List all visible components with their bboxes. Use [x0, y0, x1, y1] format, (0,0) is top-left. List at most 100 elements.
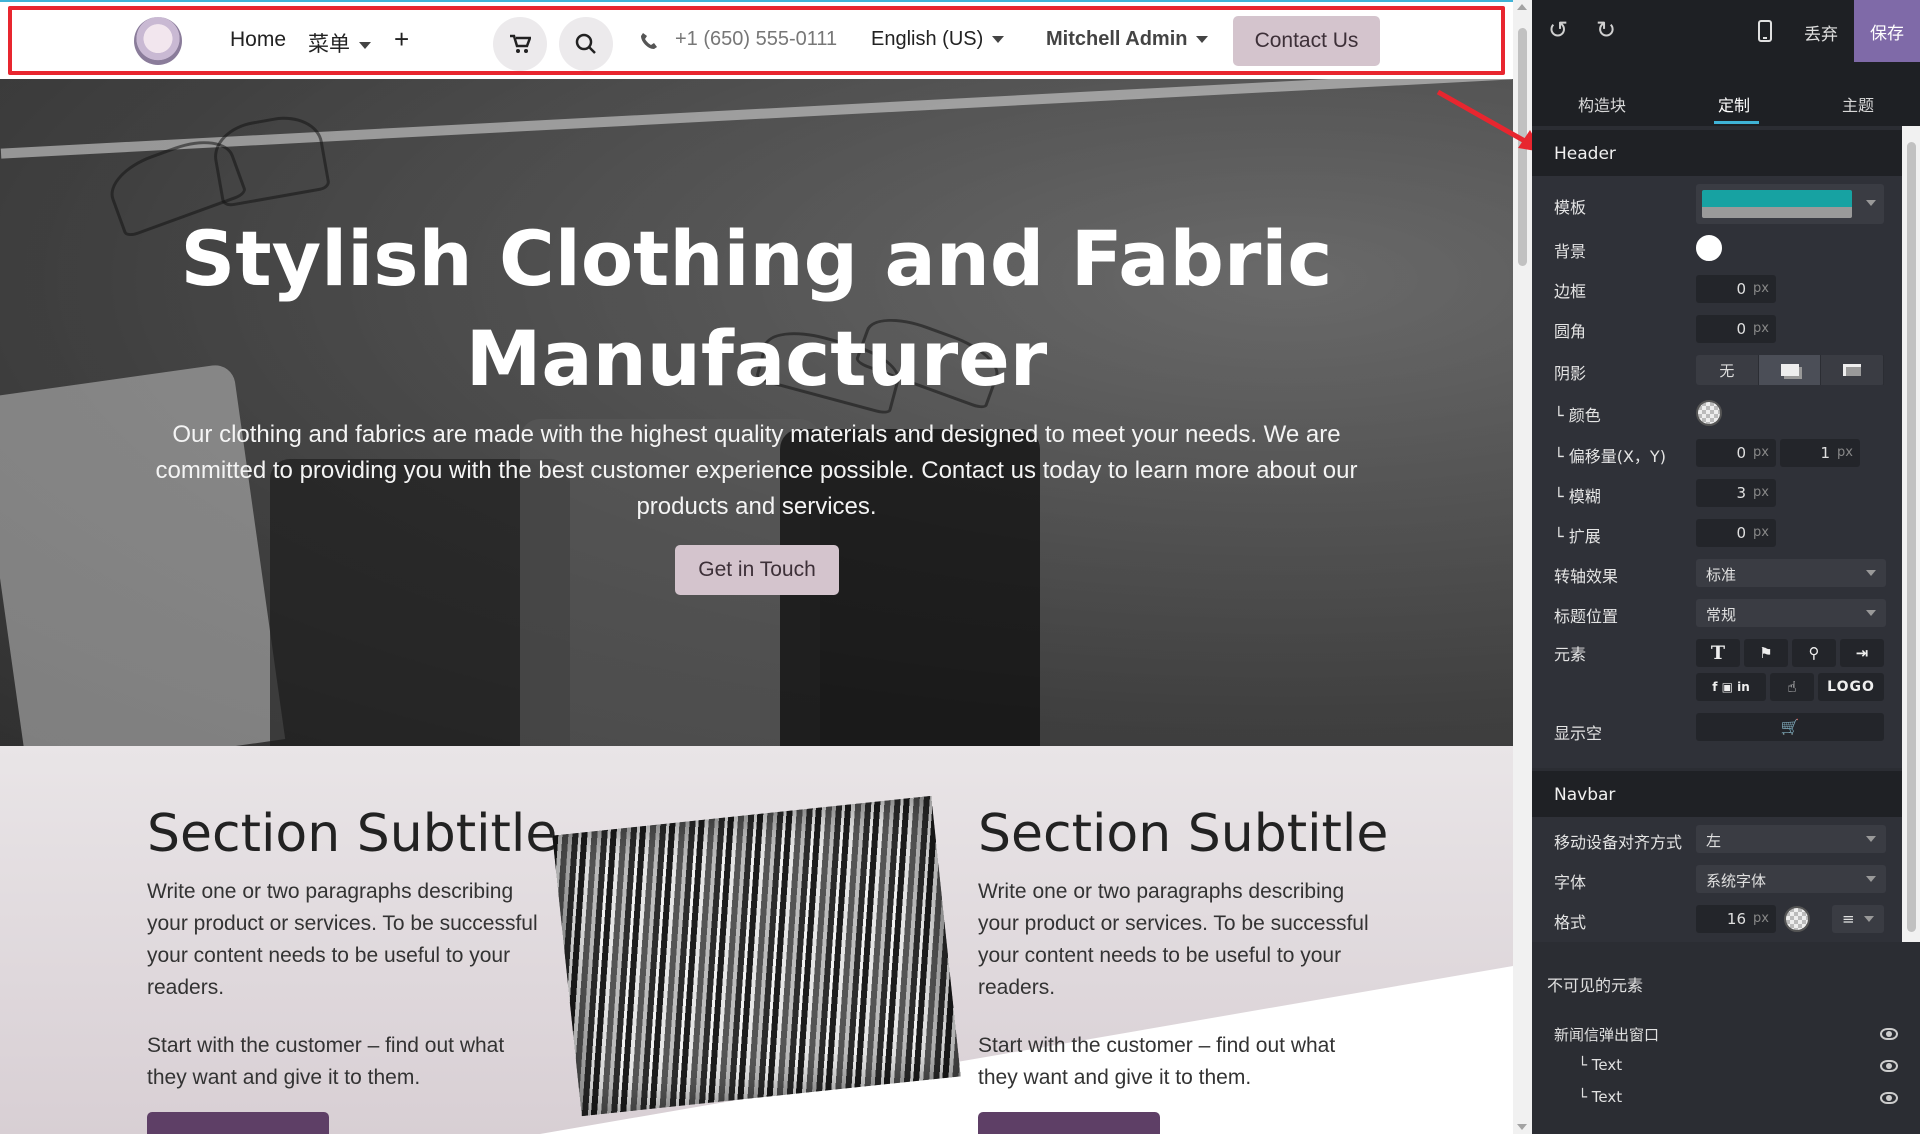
template-preview — [1702, 190, 1852, 218]
text-align-select[interactable]: ≡ — [1832, 905, 1884, 933]
text-element-toggle[interactable]: T — [1696, 639, 1740, 667]
right-section-paragraph[interactable]: Write one or two paragraphs describing y… — [978, 876, 1378, 1004]
font-label: 字体 — [1554, 873, 1587, 892]
blur-input[interactable]: 3 px — [1696, 479, 1776, 507]
radius-input[interactable]: 0 px — [1696, 315, 1776, 343]
right-section-button[interactable] — [978, 1112, 1160, 1134]
scroll-down-arrow-icon[interactable] — [1517, 1124, 1527, 1130]
chevron-down-icon — [1866, 610, 1876, 616]
right-section-title[interactable]: Section Subtitle — [978, 804, 1388, 864]
tab-blocks[interactable]: 构造块 — [1578, 92, 1626, 116]
language-dropdown[interactable]: English (US) — [871, 28, 1005, 51]
border-input[interactable]: 0 px — [1696, 275, 1776, 303]
shadow-spread-label: └ 扩展 — [1554, 527, 1601, 546]
search-icon — [575, 33, 596, 54]
scroll-up-arrow-icon[interactable] — [1517, 4, 1527, 10]
contact-us-button[interactable]: Contact Us — [1233, 16, 1380, 66]
shadow-inset-icon — [1843, 364, 1862, 376]
background-color-picker[interactable] — [1696, 235, 1722, 261]
preview-scrollbar[interactable] — [1513, 0, 1532, 1134]
right-section-paragraph[interactable]: Start with the customer – find out what … — [978, 1030, 1378, 1094]
social-element-toggle[interactable]: f ▣ in — [1696, 673, 1766, 701]
offset-x-input[interactable]: 0 px — [1696, 439, 1776, 467]
eye-slash-icon[interactable] — [1880, 1028, 1898, 1040]
shadow-color-picker[interactable] — [1696, 400, 1722, 426]
chevron-down-icon — [1196, 36, 1209, 44]
shadow-inset-option[interactable] — [1821, 355, 1885, 385]
template-label: 模板 — [1554, 198, 1587, 217]
font-select[interactable]: 系统字体 — [1696, 865, 1886, 893]
cart-button[interactable] — [493, 17, 547, 71]
shadow-none-option[interactable]: 无 — [1696, 355, 1759, 385]
user-name: Mitchell Admin — [1046, 28, 1188, 50]
eye-icon[interactable] — [1880, 1060, 1898, 1072]
site-logo[interactable] — [134, 17, 182, 65]
hero-text[interactable]: Our clothing and fabrics are made with t… — [130, 417, 1383, 525]
logo-element-toggle[interactable]: LOGO — [1818, 673, 1884, 701]
template-select[interactable] — [1696, 184, 1884, 224]
title-position-select[interactable]: 常规 — [1696, 599, 1886, 627]
fabric-image[interactable] — [552, 795, 961, 1117]
panel-scrollbar-thumb[interactable] — [1907, 142, 1916, 932]
tab-theme[interactable]: 主题 — [1842, 92, 1874, 116]
left-section-paragraph[interactable]: Start with the customer – find out what … — [147, 1030, 547, 1094]
text-icon: T — [1710, 642, 1726, 664]
content-section[interactable]: Section Subtitle Write one or two paragr… — [0, 746, 1513, 1134]
chevron-down-icon — [1866, 876, 1876, 882]
hanger-decoration — [208, 110, 332, 208]
site-header[interactable]: Home 菜单 + +1 (650) 555-0111 English (US)… — [0, 0, 1513, 79]
undo-icon[interactable]: ↺ — [1548, 16, 1568, 44]
tab-customize[interactable]: 定制 — [1718, 92, 1750, 116]
chevron-down-icon — [1864, 916, 1874, 922]
offset-y-input[interactable]: 1 px — [1780, 439, 1860, 467]
invisible-item-text[interactable]: └ Text — [1578, 1056, 1622, 1074]
save-button[interactable]: 保存 — [1854, 0, 1920, 62]
effect-select[interactable]: 标准 — [1696, 559, 1886, 587]
get-in-touch-button[interactable]: Get in Touch — [675, 545, 839, 595]
navbar-section-title[interactable]: Navbar — [1532, 771, 1902, 817]
left-section-title[interactable]: Section Subtitle — [147, 804, 557, 864]
editor-toolbar: ↺ ↻ 丢弃 保存 — [1532, 0, 1920, 62]
shadow-outset-option[interactable] — [1758, 355, 1822, 385]
invisible-item-text[interactable]: └ Text — [1578, 1088, 1622, 1106]
cta-element-toggle[interactable]: ☝ — [1770, 673, 1814, 701]
phone-link[interactable]: +1 (650) 555-0111 — [675, 28, 837, 51]
flag-element-toggle[interactable]: ⚑ — [1744, 639, 1788, 667]
spread-input[interactable]: 0 px — [1696, 519, 1776, 547]
mobile-preview-icon[interactable] — [1758, 20, 1772, 42]
font-size-input[interactable]: 16 px — [1696, 905, 1776, 933]
align-left-icon: ≡ — [1842, 910, 1855, 928]
redo-icon[interactable]: ↻ — [1596, 16, 1616, 44]
left-section-button[interactable] — [147, 1112, 329, 1134]
header-section-title[interactable]: Header — [1532, 130, 1902, 176]
search-element-toggle[interactable]: ⚲ — [1792, 639, 1836, 667]
search-button[interactable] — [559, 17, 613, 71]
add-menu-item-button[interactable]: + — [394, 24, 409, 55]
left-section-paragraph[interactable]: Write one or two paragraphs describing y… — [147, 876, 547, 1004]
hero-section[interactable]: Stylish Clothing and Fabric Manufacturer… — [0, 79, 1513, 746]
hero-title[interactable]: Stylish Clothing and Fabric Manufacturer — [100, 209, 1413, 409]
cursor-icon: ☝ — [1787, 678, 1797, 696]
font-color-picker[interactable] — [1784, 906, 1810, 932]
shadow-blur-label: └ 模糊 — [1554, 487, 1601, 506]
phone-icon — [641, 33, 657, 49]
mobile-align-select[interactable]: 左 — [1696, 825, 1886, 853]
flag-icon: ⚑ — [1759, 644, 1773, 662]
background-label: 背景 — [1554, 242, 1587, 261]
title-position-label: 标题位置 — [1554, 607, 1619, 626]
shadow-toggle[interactable]: 无 — [1696, 355, 1885, 385]
nav-menu-dropdown[interactable]: 菜单 — [308, 28, 371, 58]
discard-button[interactable]: 丢弃 — [1804, 20, 1838, 45]
radius-label: 圆角 — [1554, 322, 1587, 341]
cart-icon: 🛒 — [1780, 718, 1800, 736]
user-dropdown[interactable]: Mitchell Admin — [1046, 28, 1209, 51]
show-empty-toggle[interactable]: 🛒 — [1696, 713, 1884, 741]
nav-home[interactable]: Home — [230, 28, 286, 52]
panel-scrollbar[interactable] — [1902, 126, 1920, 942]
eye-icon[interactable] — [1880, 1092, 1898, 1104]
elements-label: 元素 — [1554, 645, 1587, 664]
website-preview: Home 菜单 + +1 (650) 555-0111 English (US)… — [0, 0, 1513, 1134]
sign-in-icon: ⇥ — [1855, 644, 1869, 662]
invisible-item-newsletter-popup[interactable]: 新闻信弹出窗口 — [1554, 1024, 1659, 1045]
signin-element-toggle[interactable]: ⇥ — [1840, 639, 1884, 667]
